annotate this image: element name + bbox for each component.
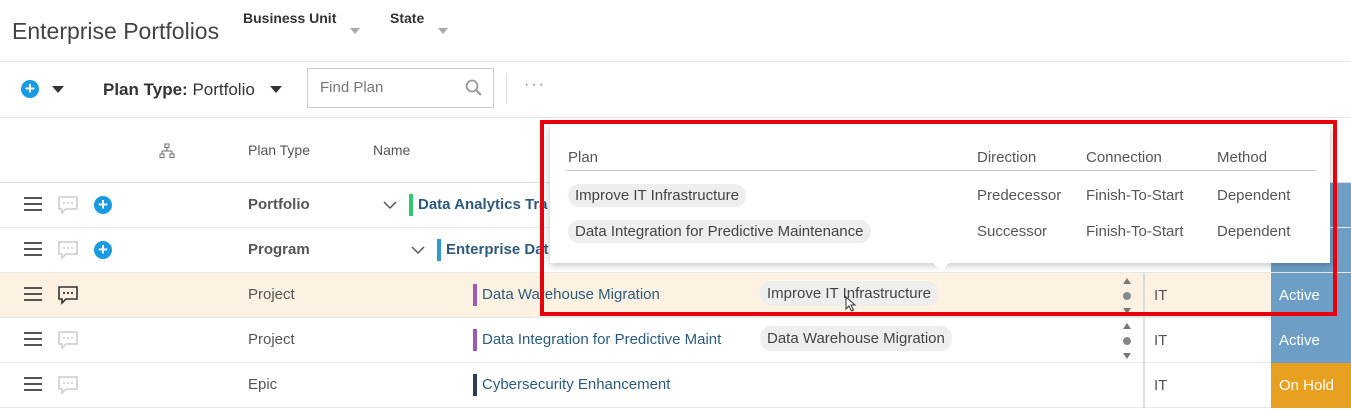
status-badge: Active <box>1271 318 1351 363</box>
plan-type-cell: Project <box>248 331 295 348</box>
add-menu-chevron-down-icon[interactable] <box>52 86 64 93</box>
plan-name-link[interactable]: Data Integration for Predictive Maint <box>482 331 740 348</box>
plan-type-cell: Program <box>248 241 310 258</box>
toolbar: + Plan Type: Portfolio ··· <box>0 62 1351 118</box>
plan-color-bar <box>437 239 441 261</box>
more-options-button[interactable]: ··· <box>524 76 546 94</box>
comment-icon[interactable] <box>57 285 79 305</box>
chevron-down-icon[interactable] <box>350 28 360 34</box>
add-plan-button[interactable]: + <box>21 80 39 98</box>
table-row[interactable]: Project Data Integration for Predictive … <box>0 318 1351 363</box>
plan-type-selector[interactable]: Plan Type: Portfolio <box>103 80 255 100</box>
business-unit-filter[interactable]: Business Unit <box>243 10 360 34</box>
plan-color-bar <box>473 284 477 306</box>
plan-color-bar <box>473 329 477 351</box>
status-badge: On Hold <box>1271 363 1351 408</box>
toolbar-divider <box>506 74 507 104</box>
search-input[interactable] <box>320 79 460 96</box>
find-plan-box[interactable] <box>307 68 494 108</box>
plan-type-cell: Portfolio <box>248 196 310 213</box>
plan-type-cell: Project <box>248 286 295 303</box>
add-child-button[interactable]: + <box>94 241 112 259</box>
column-header-plan-type[interactable]: Plan Type <box>248 142 310 158</box>
column-header-name[interactable]: Name <box>373 142 410 158</box>
comment-icon[interactable] <box>57 195 79 215</box>
dependency-scroll-control[interactable] <box>1120 321 1134 361</box>
page-title: Enterprise Portfolios <box>12 18 220 44</box>
row-menu-icon[interactable] <box>24 332 42 348</box>
search-icon[interactable] <box>465 79 483 97</box>
state-filter[interactable]: State <box>390 10 448 34</box>
comment-icon[interactable] <box>57 330 79 350</box>
row-menu-icon[interactable] <box>24 377 42 393</box>
plan-type-value: Portfolio <box>192 80 255 99</box>
hierarchy-icon[interactable] <box>159 143 175 159</box>
plan-color-bar <box>473 374 477 396</box>
add-child-button[interactable]: + <box>94 196 112 214</box>
column-divider <box>1143 363 1145 408</box>
comment-icon[interactable] <box>57 375 79 395</box>
department-cell: IT <box>1154 377 1168 394</box>
row-menu-icon[interactable] <box>24 197 42 213</box>
plan-type-label: Plan Type: <box>103 80 188 99</box>
plan-name-link[interactable]: Enterprise Dat <box>446 241 549 258</box>
department-cell: IT <box>1154 332 1168 349</box>
chevron-down-icon[interactable] <box>438 28 448 34</box>
business-unit-filter-label: Business Unit <box>243 10 337 26</box>
chevron-down-icon[interactable] <box>411 245 425 255</box>
dependency-chip[interactable]: Data Warehouse Migration <box>760 326 952 351</box>
plan-color-bar <box>409 194 413 216</box>
plan-type-chevron-down-icon[interactable] <box>270 86 282 93</box>
plan-name-link[interactable]: Cybersecurity Enhancement <box>482 376 670 393</box>
highlight-annotation-box <box>540 120 1337 316</box>
column-divider <box>1143 318 1145 363</box>
plan-type-cell: Epic <box>248 376 278 393</box>
chevron-down-icon[interactable] <box>383 200 397 210</box>
state-filter-label: State <box>390 10 425 26</box>
plan-name-link[interactable]: Data Analytics Tra <box>418 196 548 213</box>
row-menu-icon[interactable] <box>24 242 42 258</box>
comment-icon[interactable] <box>57 240 79 260</box>
table-row[interactable]: Epic Cybersecurity Enhancement IT On Hol… <box>0 363 1351 408</box>
page-header: Enterprise Portfolios Business Unit Stat… <box>0 0 1351 62</box>
row-menu-icon[interactable] <box>24 287 42 303</box>
